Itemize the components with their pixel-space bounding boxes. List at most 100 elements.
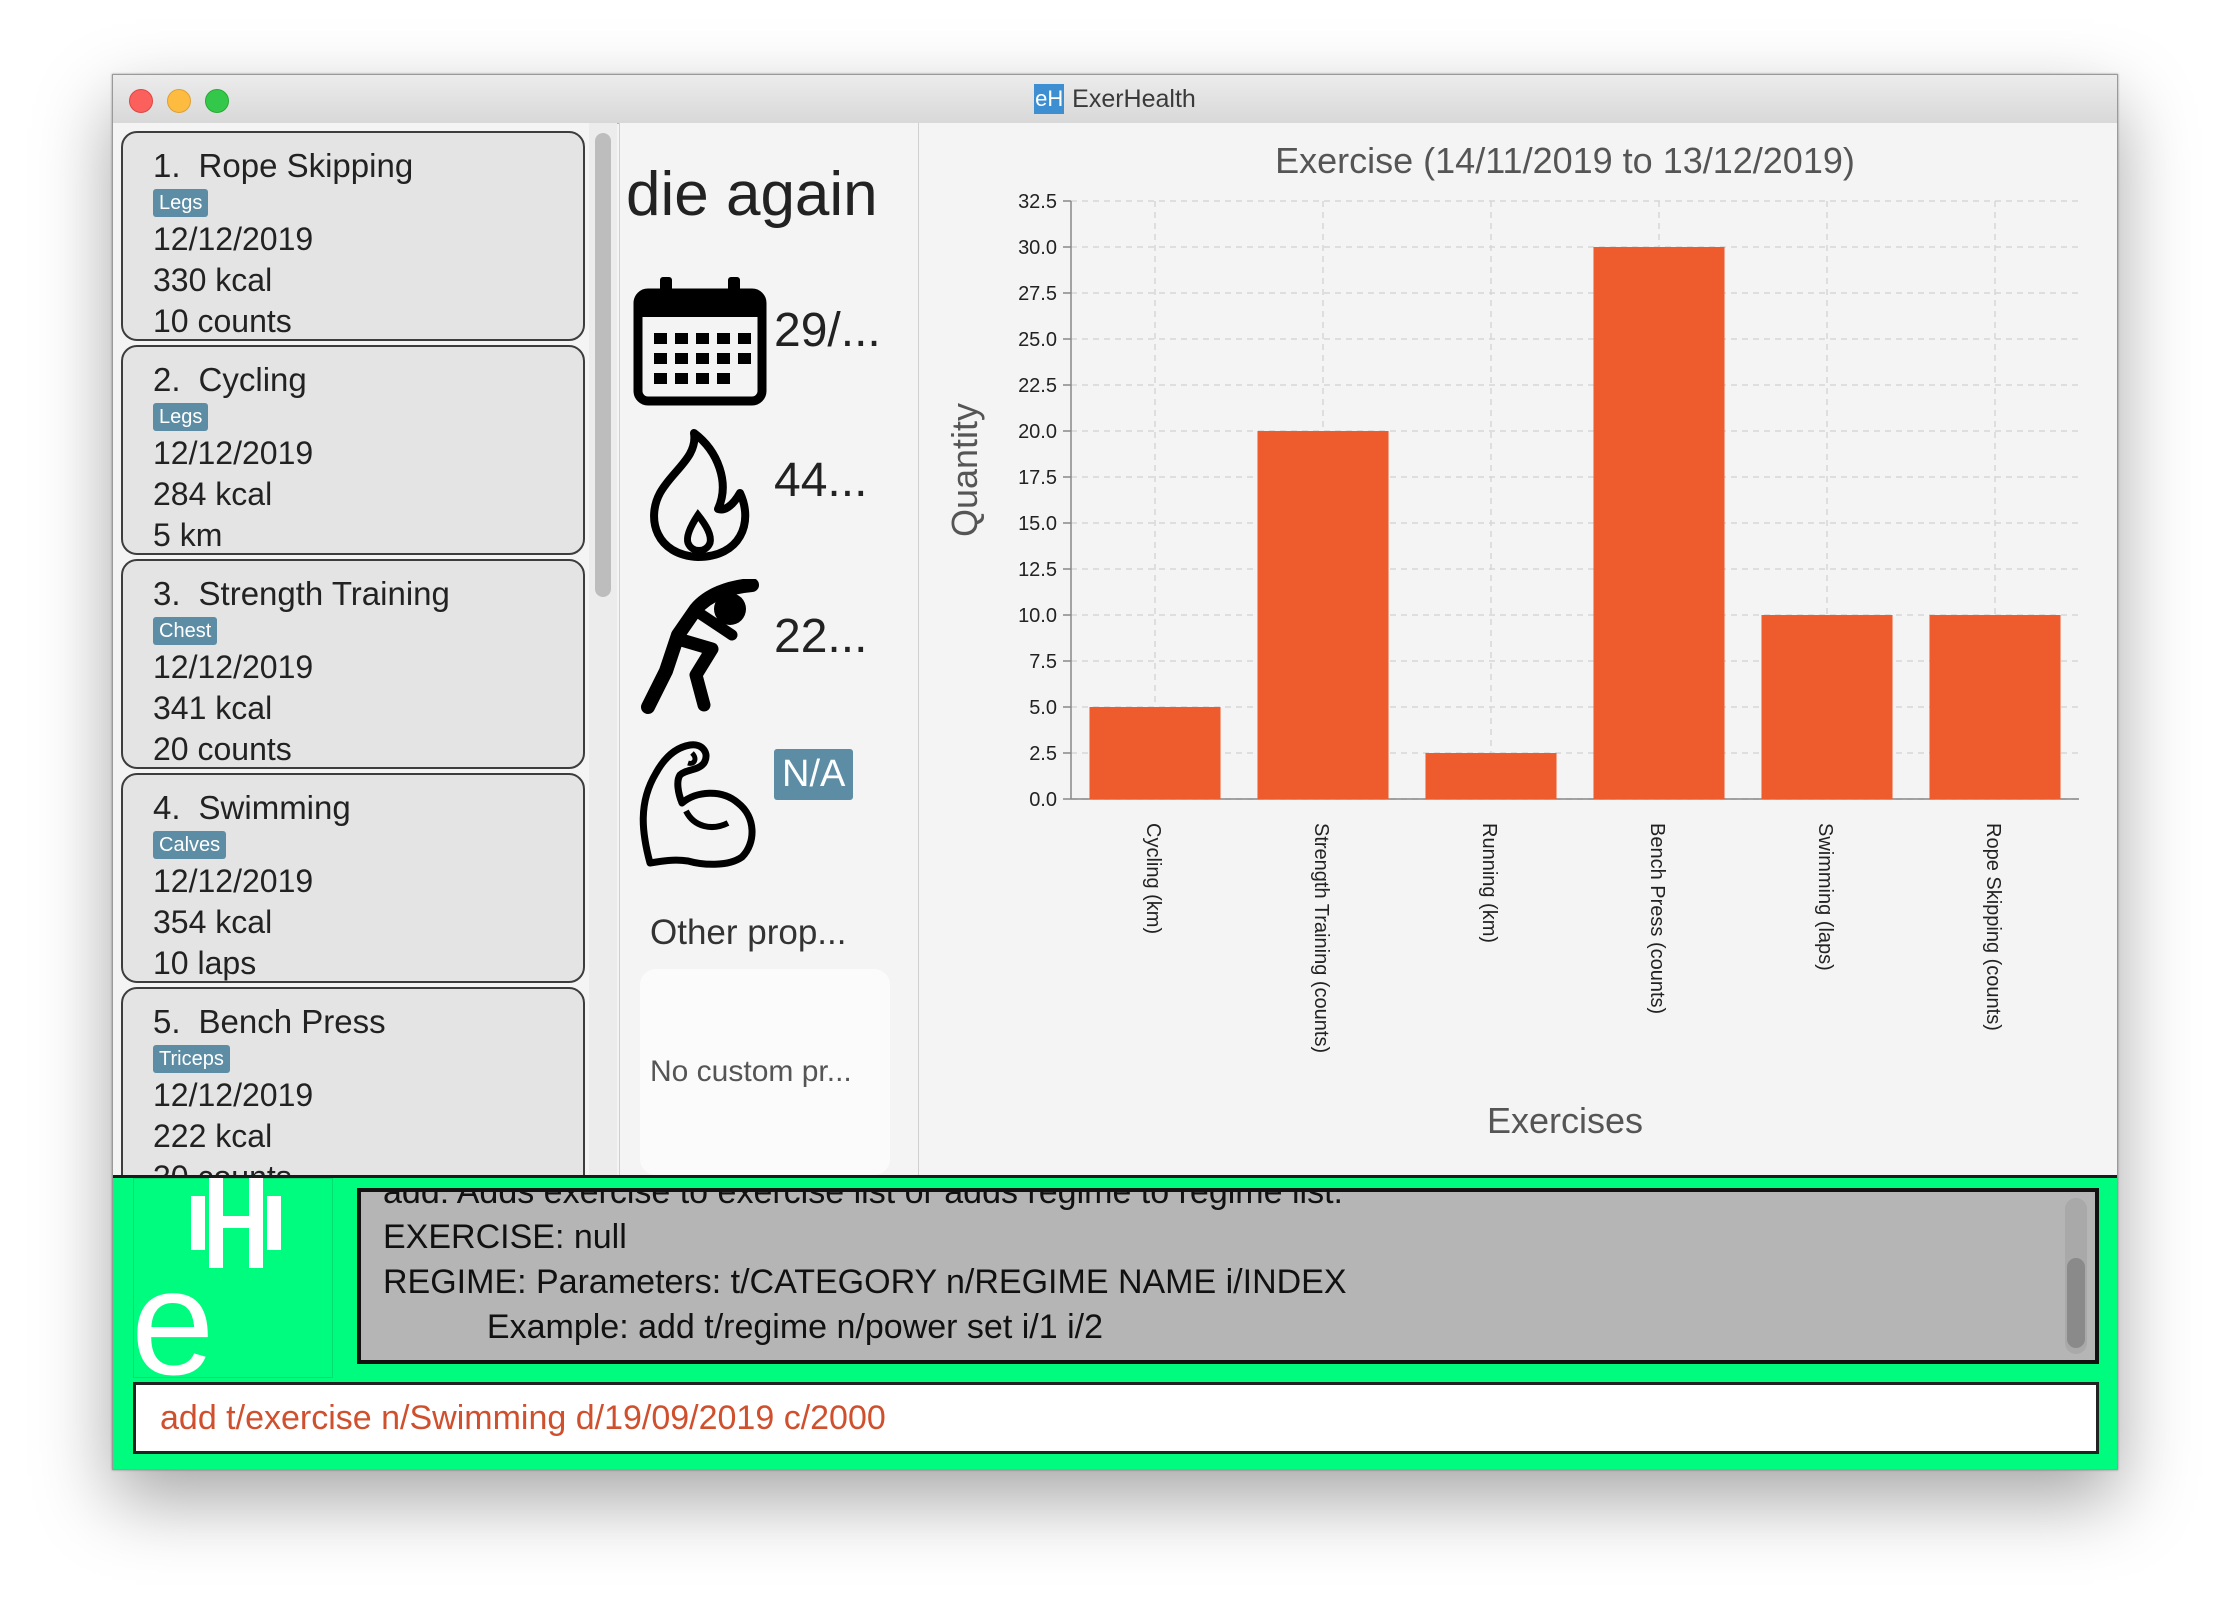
result-line: REGIME: Parameters: t/CATEGORY n/REGIME … [383,1263,1347,1301]
regime-calories: 44... [774,454,868,507]
stretch-icon [632,578,768,720]
command-area: e add: Adds exercise to exercise list or… [113,1175,2117,1469]
other-properties-title: Other prop... [650,913,847,952]
calendar-icon [632,273,768,414]
exercise-name: Cycling [198,361,307,398]
window-title: ExerHealth [1072,84,1196,113]
exercise-quantity: 30 counts [153,1157,583,1175]
y-tick-label: 25.0 [1018,329,1057,351]
y-tick-label: 15.0 [1018,513,1057,535]
exercise-date: 12/12/2019 [153,863,314,899]
exercise-index: 1. [153,147,181,184]
muscle-tag: Legs [153,403,209,431]
exercise-index: 5. [153,1003,181,1040]
exercise-date: 12/12/2019 [153,435,314,471]
x-tick-label: Strength Training (counts) [1310,823,1332,1053]
exercise-card[interactable]: 5. Bench Press Triceps 12/12/2019 222 kca… [121,987,585,1175]
regime-name: die again [626,160,878,229]
exercise-bar-chart: 0.0 2.5 5.0 7.5 10.0 12.5 15.0 17.5 20.0 22.5 25.0… [944,140,2079,1141]
exercise-date: 12/12/2019 [153,1077,314,1113]
exercise-index: 3. [153,575,181,612]
list-scrollbar-thumb[interactable] [595,133,611,597]
exercise-card[interactable]: 1. Rope Skipping Legs 12/12/2019 330 kcal… [121,131,585,341]
exercise-quantity: 5 km [153,517,223,553]
exercise-quantity: 10 laps [153,945,257,981]
x-tick-label: Swimming (laps) [1814,823,1836,971]
exercise-calories: 284 kcal [153,476,273,512]
x-tick-label: Running (km) [1478,823,1500,943]
exercise-name: Swimming [198,789,351,826]
exerhealth-logo: e [131,1177,334,1406]
result-line: EXERCISE: null [383,1218,627,1256]
result-line: Example: add t/regime n/power set i/1 i/… [383,1308,1103,1346]
muscle-tag: Triceps [153,1045,230,1073]
exercise-card[interactable]: 3. Strength Training Chest 12/12/2019 341… [121,559,585,769]
exercise-calories: 354 kcal [153,904,273,940]
exercise-index: 2. [153,361,181,398]
regime-quantity: 22... [774,610,868,663]
app-window: eH ExerHealth 1. Rope Skipping Legs 12/12… [112,74,2118,1470]
command-input[interactable] [136,1385,2096,1451]
result-line: add: Adds exercise to exercise list or a… [383,1188,1343,1211]
y-tick-label: 5.0 [1029,697,1057,719]
y-tick-label: 20.0 [1018,421,1057,443]
bar [1593,247,1725,799]
exercise-index: 4. [153,789,181,826]
result-display[interactable]: add: Adds exercise to exercise list or a… [357,1188,2099,1364]
y-axis-label: Quantity [944,403,985,537]
exercise-calories: 330 kcal [153,262,273,298]
exercise-quantity: 20 counts [153,731,292,767]
custom-properties-text: No custom pr... [650,1055,852,1088]
result-scrollbar-thumb[interactable] [2067,1258,2085,1348]
svg-text:e: e [133,1238,214,1378]
exercise-date: 12/12/2019 [153,221,314,257]
x-tick-label: Bench Press (counts) [1646,823,1668,1014]
exercise-card[interactable]: 2. Cycling Legs 12/12/2019 284 kcal 5 km [121,345,585,555]
exercise-list[interactable]: 1. Rope Skipping Legs 12/12/2019 330 kcal… [113,123,617,1175]
muscle-badge: N/A [774,749,854,800]
x-axis-label: Exercises [1487,1100,1643,1141]
regime-date: 29/... [774,304,881,357]
exercise-card[interactable]: 4. Swimming Calves 12/12/2019 354 kcal 10… [121,773,585,983]
exercise-date: 12/12/2019 [153,649,314,685]
muscle-tag: Chest [153,617,218,645]
list-scrollbar[interactable] [589,123,617,1175]
muscle-icon [632,733,768,874]
bar [1089,707,1221,799]
y-tick-label: 2.5 [1029,743,1057,765]
fire-icon [632,427,768,568]
bar [1257,431,1389,799]
y-tick-label: 12.5 [1018,559,1057,581]
y-tick-label: 32.5 [1018,191,1057,213]
y-tick-label: 30.0 [1018,237,1057,259]
result-scrollbar[interactable] [2065,1198,2087,1354]
main-content: 1. Rope Skipping Legs 12/12/2019 330 kcal… [113,123,2117,1469]
exercise-name: Strength Training [198,575,450,612]
exercise-calories: 341 kcal [153,690,273,726]
y-tick-label: 10.0 [1018,605,1057,627]
muscle-tag: Legs [153,189,209,217]
bar [1425,753,1557,799]
app-logo-icon: eH [1034,84,1065,114]
chart-title: Exercise (14/11/2019 to 13/12/2019) [1275,140,1855,181]
command-box[interactable] [133,1382,2099,1454]
exercise-name: Rope Skipping [198,147,414,184]
exercise-quantity: 10 counts [153,303,292,339]
exercise-name: Bench Press [198,1003,386,1040]
y-tick-label: 7.5 [1029,651,1057,673]
y-tick-label: 17.5 [1018,467,1057,489]
plot-area [1071,201,2079,799]
muscle-tag: Calves [153,831,227,859]
bar [1761,615,1893,799]
exercise-calories: 222 kcal [153,1118,273,1154]
bar [1929,615,2061,799]
x-tick-label: Cycling (km) [1142,823,1164,934]
x-tick-label: Rope Skipping (counts) [1982,823,2004,1031]
title-bar: eH ExerHealth [113,75,2117,124]
y-tick-label: 0.0 [1029,789,1057,811]
y-tick-label: 27.5 [1018,283,1057,305]
y-tick-label: 22.5 [1018,375,1057,397]
chart-panel: 0.0 2.5 5.0 7.5 10.0 12.5 15.0 17.5 20.0 22.5 25.0… [919,123,2117,1175]
regime-detail-panel: die again 29/... 44... 22... N/A Other p… [619,123,919,1175]
custom-properties-box: No custom pr... [640,969,890,1175]
